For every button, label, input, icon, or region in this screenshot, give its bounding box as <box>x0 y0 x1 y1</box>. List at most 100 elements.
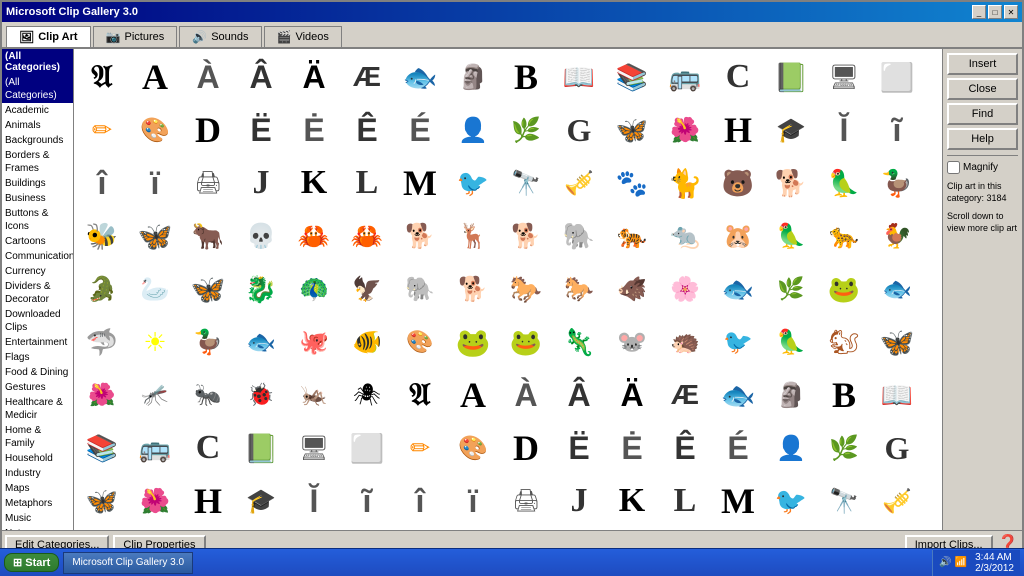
sidebar-item-cartoons[interactable]: Cartoons <box>2 234 73 249</box>
clip-item[interactable]: Ê <box>659 422 711 474</box>
clip-item[interactable]: 📗 <box>235 422 287 474</box>
clip-item[interactable]: 🐸 <box>500 316 552 368</box>
clip-item[interactable]: Ë <box>235 104 287 156</box>
clip-item[interactable]: 🦜 <box>765 316 817 368</box>
clip-item[interactable]: C <box>712 51 764 103</box>
clip-item[interactable]: À <box>182 51 234 103</box>
clip-item[interactable]: 📖 <box>871 369 923 421</box>
clip-item[interactable]: ĩ <box>341 475 393 527</box>
clip-item[interactable]: 🌺 <box>659 104 711 156</box>
clip-item[interactable]: 🐙 <box>288 316 340 368</box>
clip-item[interactable]: 🦋 <box>129 210 181 262</box>
sidebar-item-home[interactable]: Home & Family <box>2 423 73 451</box>
taskbar-app-clip[interactable]: Microsoft Clip Gallery 3.0 <box>63 552 193 574</box>
clip-item[interactable]: 🐈 <box>659 157 711 209</box>
clip-item[interactable]: A <box>447 369 499 421</box>
gallery-scroll[interactable]: 𝔄AÀÂÄÆ🐟🗿B📖📚🚌C📗🖥⬜✏🎨DËĖÊÉ👤🌿G🦋🌺H🎓Ĭĩîï🖨JKLM🐦… <box>74 49 942 530</box>
clip-item[interactable]: 🦔 <box>659 316 711 368</box>
clip-item[interactable]: 🌺 <box>76 369 128 421</box>
clip-item[interactable]: 📚 <box>606 51 658 103</box>
clip-item[interactable]: 🎨 <box>394 316 446 368</box>
clip-item[interactable]: 𝔄 <box>394 369 446 421</box>
clip-item[interactable]: M <box>712 475 764 527</box>
clip-item[interactable]: 🎨 <box>447 422 499 474</box>
clip-item[interactable]: 🐦 <box>765 475 817 527</box>
sidebar-item-downloaded[interactable]: Downloaded Clips <box>2 307 73 335</box>
clip-item[interactable]: î <box>394 475 446 527</box>
clip-item[interactable]: Ê <box>341 104 393 156</box>
clip-item[interactable]: É <box>394 104 446 156</box>
sidebar-item-maps[interactable]: Maps <box>2 481 73 496</box>
clip-item[interactable]: 🎓 <box>235 475 287 527</box>
clip-item[interactable]: 🐞 <box>235 369 287 421</box>
clip-item[interactable]: 🐟 <box>712 369 764 421</box>
tab-pictures[interactable]: 📷 Pictures <box>93 26 178 47</box>
clip-item[interactable]: B <box>818 369 870 421</box>
clip-item[interactable]: Ĭ <box>818 104 870 156</box>
clip-item[interactable]: D <box>500 422 552 474</box>
clip-item[interactable]: 🖨 <box>500 475 552 527</box>
clip-item[interactable]: J <box>235 157 287 209</box>
clip-item[interactable]: ✏ <box>394 422 446 474</box>
clip-item[interactable]: 🐓 <box>871 210 923 262</box>
clip-item[interactable]: É <box>712 422 764 474</box>
clip-item[interactable]: 🦟 <box>129 369 181 421</box>
sidebar-item-flags[interactable]: Flags <box>2 350 73 365</box>
clip-item[interactable]: 𝔄 <box>76 51 128 103</box>
clip-item[interactable]: 👤 <box>447 104 499 156</box>
clip-item[interactable]: 🔭 <box>818 475 870 527</box>
clip-item[interactable]: 🐹 <box>712 210 764 262</box>
clip-item[interactable]: 🐟 <box>871 263 923 315</box>
sidebar-item-music[interactable]: Music <box>2 511 73 526</box>
clip-item[interactable]: 🐎 <box>500 263 552 315</box>
clip-item[interactable]: Ä <box>606 369 658 421</box>
maximize-button[interactable]: □ <box>988 5 1002 19</box>
clip-item[interactable]: 👤 <box>765 422 817 474</box>
sidebar-item-all[interactable]: (All Categories) <box>2 75 73 103</box>
clip-item[interactable]: 🐘 <box>553 210 605 262</box>
clip-item[interactable]: J <box>553 475 605 527</box>
clip-item[interactable]: D <box>182 104 234 156</box>
clip-item[interactable]: 🌿 <box>818 422 870 474</box>
magnify-checkbox[interactable] <box>947 161 960 174</box>
start-button[interactable]: ⊞ Start <box>4 553 59 572</box>
clip-item[interactable]: ⬜ <box>341 422 393 474</box>
clip-item[interactable]: 🐗 <box>606 263 658 315</box>
clip-item[interactable]: 🔭 <box>500 157 552 209</box>
clip-item[interactable]: 🌿 <box>765 263 817 315</box>
clip-item[interactable]: 🦌 <box>447 210 499 262</box>
clip-item[interactable]: Ė <box>606 422 658 474</box>
clip-item[interactable]: 🐟 <box>712 263 764 315</box>
clip-item[interactable]: 🚌 <box>129 422 181 474</box>
clip-item[interactable]: 🦅 <box>341 263 393 315</box>
sidebar-item-business[interactable]: Business <box>2 191 73 206</box>
clip-item[interactable]: H <box>182 475 234 527</box>
sidebar-item-metaphors[interactable]: Metaphors <box>2 496 73 511</box>
insert-button[interactable]: Insert <box>947 53 1018 75</box>
clip-item[interactable]: ĩ <box>871 104 923 156</box>
clip-item[interactable]: 🦜 <box>818 157 870 209</box>
sidebar-item-healthcare[interactable]: Healthcare & Medicir <box>2 395 73 423</box>
clip-item[interactable]: 🎓 <box>765 104 817 156</box>
clip-item[interactable]: À <box>500 369 552 421</box>
clip-item[interactable]: Ä <box>288 51 340 103</box>
clip-item[interactable]: 🎺 <box>553 157 605 209</box>
close-btn[interactable]: Close <box>947 78 1018 100</box>
find-button[interactable]: Find <box>947 103 1018 125</box>
sidebar-item-buildings[interactable]: Buildings <box>2 176 73 191</box>
clip-item[interactable]: ☀ <box>129 316 181 368</box>
minimize-button[interactable]: _ <box>972 5 986 19</box>
clip-item[interactable]: Ë <box>553 422 605 474</box>
clip-item[interactable]: Ė <box>288 104 340 156</box>
sidebar-item-gestures[interactable]: Gestures <box>2 380 73 395</box>
close-button[interactable]: ✕ <box>1004 5 1018 19</box>
tab-clip-art[interactable]: 🖼 Clip Art <box>6 26 91 47</box>
clip-item[interactable]: 🐟 <box>235 316 287 368</box>
clip-item[interactable]: 🐿 <box>818 316 870 368</box>
clip-item[interactable]: 🖨 <box>182 157 234 209</box>
clip-item[interactable]: 🐸 <box>818 263 870 315</box>
clip-item[interactable]: C <box>182 422 234 474</box>
clip-item[interactable]: ï <box>447 475 499 527</box>
clip-item[interactable]: 🐸 <box>447 316 499 368</box>
clip-item[interactable]: 🦋 <box>871 316 923 368</box>
